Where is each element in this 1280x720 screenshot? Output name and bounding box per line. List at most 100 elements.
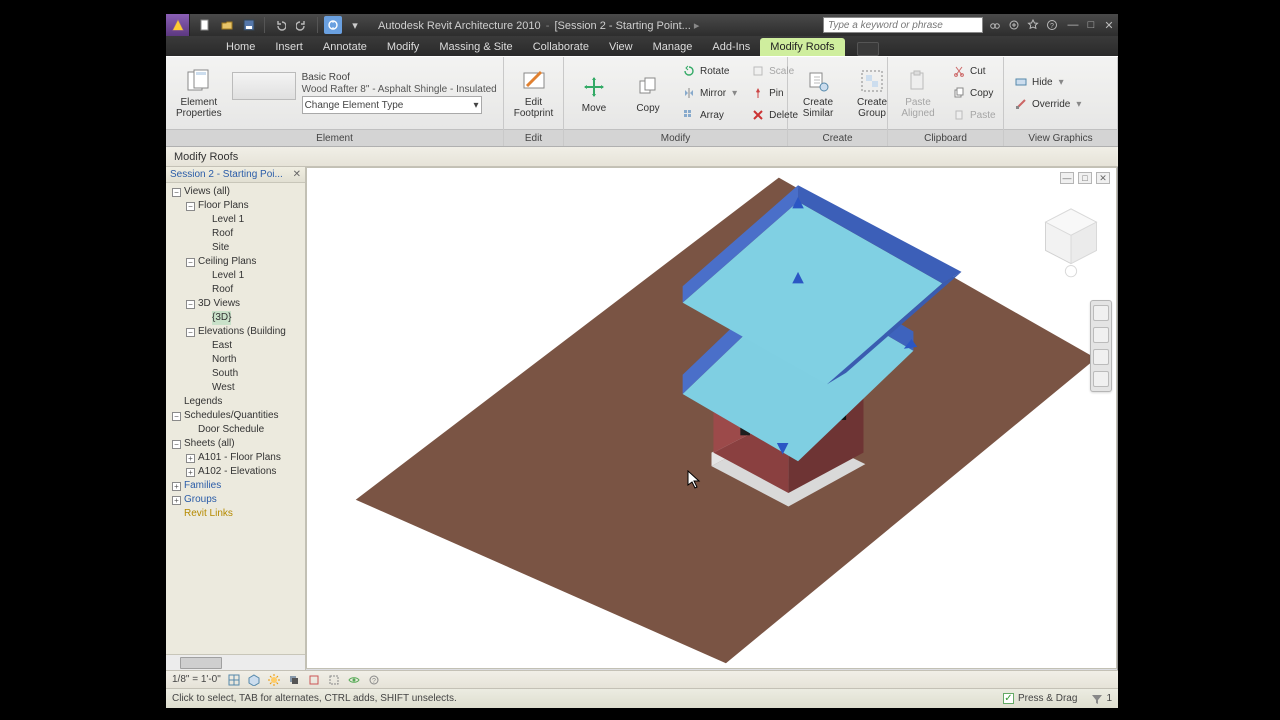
- tree-node[interactable]: +Groups: [168, 493, 305, 507]
- tree-node[interactable]: −Views (all): [168, 185, 305, 199]
- qat-new-icon[interactable]: [196, 16, 214, 34]
- cut-button[interactable]: Cut: [948, 61, 1000, 81]
- sun-path-icon[interactable]: [267, 673, 281, 687]
- tab-addins[interactable]: Add-Ins: [702, 38, 760, 56]
- tab-modify-roofs[interactable]: Modify Roofs: [760, 38, 844, 56]
- comm-center-icon[interactable]: [1006, 17, 1022, 33]
- infocenter-search[interactable]: Type a keyword or phrase: [823, 17, 983, 33]
- collapse-icon[interactable]: −: [172, 188, 181, 197]
- hide-button[interactable]: Hide▾: [1010, 72, 1085, 92]
- expand-icon[interactable]: +: [172, 482, 181, 491]
- tree-spacer: [200, 384, 209, 393]
- clipboard-copy-button[interactable]: Copy: [948, 83, 1000, 103]
- tree-node[interactable]: +A102 - Elevations: [168, 465, 305, 479]
- steering-wheel-icon[interactable]: [1093, 305, 1109, 321]
- viewcube[interactable]: [1038, 202, 1104, 280]
- collapse-icon[interactable]: −: [172, 440, 181, 449]
- tree-node[interactable]: Level 1: [168, 213, 305, 227]
- shadows-icon[interactable]: [287, 673, 301, 687]
- tree-node[interactable]: −Sheets (all): [168, 437, 305, 451]
- rotate-button[interactable]: Rotate: [678, 61, 741, 81]
- selection-filter[interactable]: 1: [1091, 693, 1112, 705]
- tree-node[interactable]: −Ceiling Plans: [168, 255, 305, 269]
- binoculars-icon[interactable]: [987, 17, 1003, 33]
- tree-node[interactable]: Site: [168, 241, 305, 255]
- tab-home[interactable]: Home: [216, 38, 265, 56]
- qat-sync-icon[interactable]: [324, 16, 342, 34]
- tab-collaborate[interactable]: Collaborate: [523, 38, 599, 56]
- tree-node[interactable]: Level 1: [168, 269, 305, 283]
- tree-node[interactable]: +A101 - Floor Plans: [168, 451, 305, 465]
- expand-icon[interactable]: +: [186, 454, 195, 463]
- reveal-hidden-icon[interactable]: ?: [367, 673, 381, 687]
- tree-node[interactable]: Door Schedule: [168, 423, 305, 437]
- minimize-button[interactable]: —: [1064, 17, 1082, 33]
- create-similar-button[interactable]: Create Similar: [794, 65, 842, 121]
- 3d-viewport[interactable]: — □ ✕: [306, 167, 1117, 669]
- qat-save-icon[interactable]: [240, 16, 258, 34]
- view-min-icon[interactable]: —: [1060, 172, 1074, 184]
- collapse-icon[interactable]: −: [186, 202, 195, 211]
- detail-level-icon[interactable]: [227, 673, 241, 687]
- favorites-icon[interactable]: [1025, 17, 1041, 33]
- qat-undo-icon[interactable]: [271, 16, 289, 34]
- mirror-button[interactable]: Mirror▾: [678, 83, 741, 103]
- tree-node[interactable]: West: [168, 381, 305, 395]
- qat-open-icon[interactable]: [218, 16, 236, 34]
- collapse-icon[interactable]: −: [186, 328, 195, 337]
- tree-node[interactable]: −3D Views: [168, 297, 305, 311]
- press-drag-checkbox[interactable]: ✓: [1003, 693, 1014, 704]
- view-close-icon[interactable]: ✕: [1096, 172, 1110, 184]
- expand-icon[interactable]: +: [186, 468, 195, 477]
- edit-footprint-button[interactable]: Edit Footprint: [510, 65, 558, 121]
- tree-node[interactable]: Revit Links: [168, 507, 305, 521]
- tab-insert[interactable]: Insert: [265, 38, 313, 56]
- collapse-icon[interactable]: −: [186, 258, 195, 267]
- tab-extra-icon[interactable]: [857, 42, 879, 56]
- view-max-icon[interactable]: □: [1078, 172, 1092, 184]
- close-button[interactable]: ✕: [1100, 17, 1118, 33]
- tab-massing-site[interactable]: Massing & Site: [429, 38, 522, 56]
- crop-region-icon[interactable]: [327, 673, 341, 687]
- tree-spacer: [200, 216, 209, 225]
- help-icon[interactable]: ?: [1044, 17, 1060, 33]
- hide-isolate-icon[interactable]: [347, 673, 361, 687]
- project-browser-close-icon[interactable]: ✕: [293, 169, 301, 180]
- visual-style-icon[interactable]: [247, 673, 261, 687]
- project-browser-tree[interactable]: −Views (all)−Floor PlansLevel 1RoofSite−…: [166, 183, 305, 654]
- crop-view-icon[interactable]: [307, 673, 321, 687]
- orbit-icon[interactable]: [1093, 371, 1109, 387]
- collapse-icon[interactable]: −: [186, 300, 195, 309]
- maximize-button[interactable]: □: [1082, 17, 1100, 33]
- tab-annotate[interactable]: Annotate: [313, 38, 377, 56]
- app-menu-button[interactable]: [166, 14, 190, 36]
- array-button[interactable]: Array: [678, 105, 741, 125]
- view-scale[interactable]: 1/8" = 1'-0": [172, 674, 221, 685]
- tree-node[interactable]: {3D}: [168, 311, 305, 325]
- collapse-icon[interactable]: −: [172, 412, 181, 421]
- tab-manage[interactable]: Manage: [643, 38, 703, 56]
- copy-button[interactable]: Copy: [624, 71, 672, 116]
- tree-node[interactable]: East: [168, 339, 305, 353]
- element-properties-button[interactable]: Element Properties: [172, 65, 226, 121]
- override-button[interactable]: Override▾: [1010, 94, 1085, 114]
- tree-node[interactable]: North: [168, 353, 305, 367]
- tree-node[interactable]: Roof: [168, 283, 305, 297]
- zoom-icon[interactable]: [1093, 349, 1109, 365]
- tree-node[interactable]: South: [168, 367, 305, 381]
- change-element-type-dropdown[interactable]: Change Element Type▾: [302, 96, 482, 114]
- tab-modify[interactable]: Modify: [377, 38, 429, 56]
- tree-node[interactable]: −Elevations (Building: [168, 325, 305, 339]
- pan-icon[interactable]: [1093, 327, 1109, 343]
- tree-node[interactable]: −Schedules/Quantities: [168, 409, 305, 423]
- tree-node[interactable]: Legends: [168, 395, 305, 409]
- tree-node[interactable]: −Floor Plans: [168, 199, 305, 213]
- qat-redo-icon[interactable]: [293, 16, 311, 34]
- tree-node[interactable]: +Families: [168, 479, 305, 493]
- qat-dropdown-icon[interactable]: ▾: [346, 16, 364, 34]
- expand-icon[interactable]: +: [172, 496, 181, 505]
- tab-view[interactable]: View: [599, 38, 643, 56]
- project-browser-hscroll[interactable]: [166, 654, 305, 670]
- tree-node[interactable]: Roof: [168, 227, 305, 241]
- move-button[interactable]: Move: [570, 71, 618, 116]
